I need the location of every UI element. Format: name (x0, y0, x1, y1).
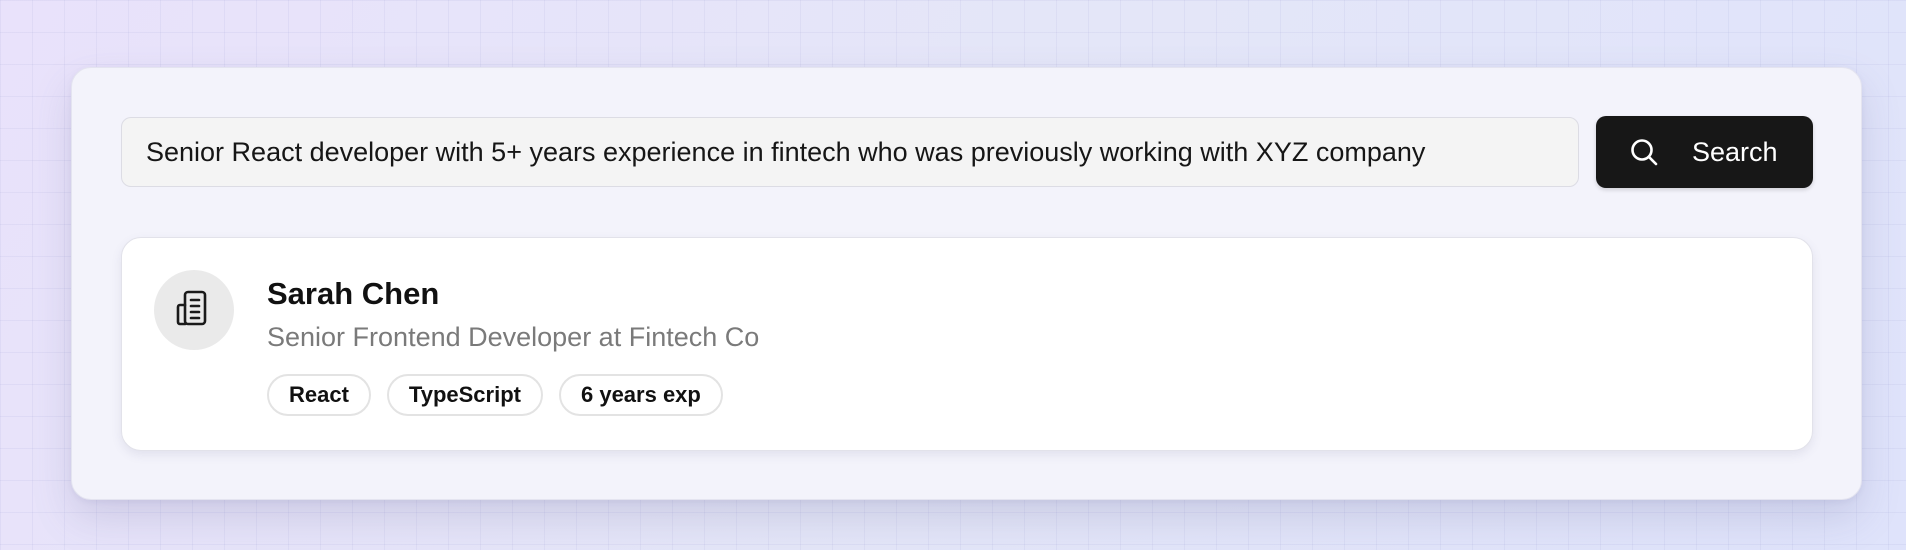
search-icon (1629, 137, 1659, 167)
search-button[interactable]: Search (1596, 116, 1813, 188)
experience-tag: 6 years exp (558, 374, 723, 416)
search-panel: Search Sarah Chen Senior Frontend Develo… (71, 67, 1862, 500)
avatar (154, 270, 234, 350)
candidate-role: Senior Frontend Developer at Fintech Co (267, 322, 760, 352)
building-icon (174, 288, 214, 333)
search-button-label: Search (1692, 136, 1778, 167)
candidate-name: Sarah Chen (267, 276, 440, 311)
result-card[interactable]: Sarah Chen Senior Frontend Developer at … (121, 237, 1813, 451)
skill-tag: React (267, 374, 371, 416)
skill-tag: TypeScript (386, 374, 543, 416)
skill-tags: React TypeScript 6 years exp (267, 374, 723, 416)
search-input[interactable] (121, 117, 1579, 187)
